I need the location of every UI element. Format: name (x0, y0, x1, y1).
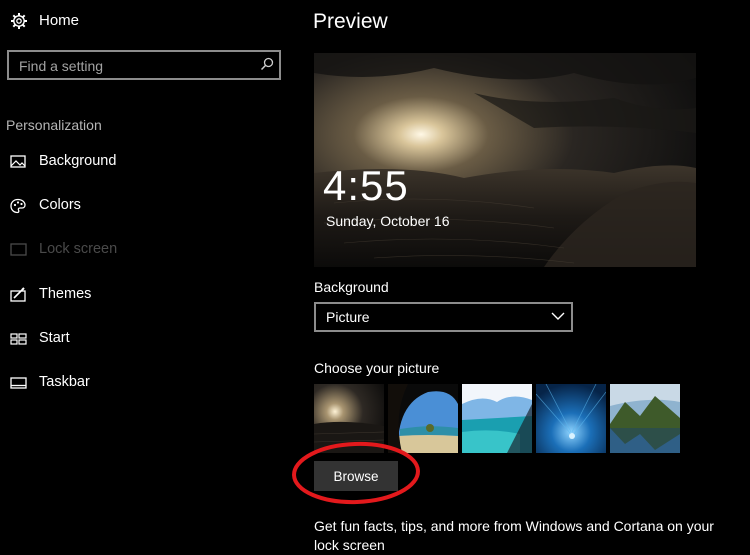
annotation-circle (291, 440, 423, 511)
page-title: Preview (313, 10, 388, 33)
start-icon (10, 331, 28, 347)
background-label: Background (314, 279, 389, 295)
sidebar-item-label: Taskbar (39, 374, 90, 390)
sidebar-item-label: Lock screen (39, 241, 118, 257)
background-dropdown-value: Picture (326, 309, 370, 325)
sidebar-item-background[interactable]: Background (0, 146, 290, 178)
choose-picture-label: Choose your picture (314, 360, 440, 376)
fun-facts-text: Get fun facts, tips, and more from Windo… (314, 518, 714, 553)
lock-screen-icon (10, 242, 28, 258)
lock-screen-preview: 4:55 Sunday, October 16 (314, 53, 696, 267)
sidebar-item-start[interactable]: Start (0, 323, 290, 355)
sidebar-item-colors[interactable]: Colors (0, 190, 290, 222)
search-icon[interactable] (259, 56, 275, 72)
gear-icon[interactable] (10, 12, 28, 30)
sidebar-item-label: Themes (39, 286, 92, 302)
palette-icon (10, 198, 28, 214)
clock-time: 4:55 (323, 162, 409, 209)
sidebar-item-label: Background (39, 153, 117, 169)
image-icon (10, 154, 28, 170)
search-input[interactable]: Find a setting (7, 50, 281, 80)
sidebar-item-taskbar[interactable]: Taskbar (0, 367, 290, 399)
thumbnail-turquoise-coast[interactable] (462, 384, 532, 453)
sidebar-item-label: Start (39, 330, 70, 346)
themes-icon (10, 287, 28, 303)
background-dropdown[interactable]: Picture (314, 302, 573, 332)
clock-date: Sunday, October 16 (326, 213, 450, 229)
sidebar-item-lock-screen[interactable]: Lock screen (0, 234, 290, 266)
taskbar-icon (10, 375, 28, 391)
thumbnail-mountain-lake[interactable] (610, 384, 680, 453)
thumbnail-ice-cave[interactable] (536, 384, 606, 453)
search-placeholder: Find a setting (19, 58, 104, 74)
section-title: Personalization (6, 117, 102, 133)
sidebar-item-label: Colors (39, 197, 81, 213)
chevron-down-icon (551, 310, 565, 322)
sidebar-item-themes[interactable]: Themes (0, 279, 290, 311)
home-link[interactable]: Home (39, 12, 79, 29)
